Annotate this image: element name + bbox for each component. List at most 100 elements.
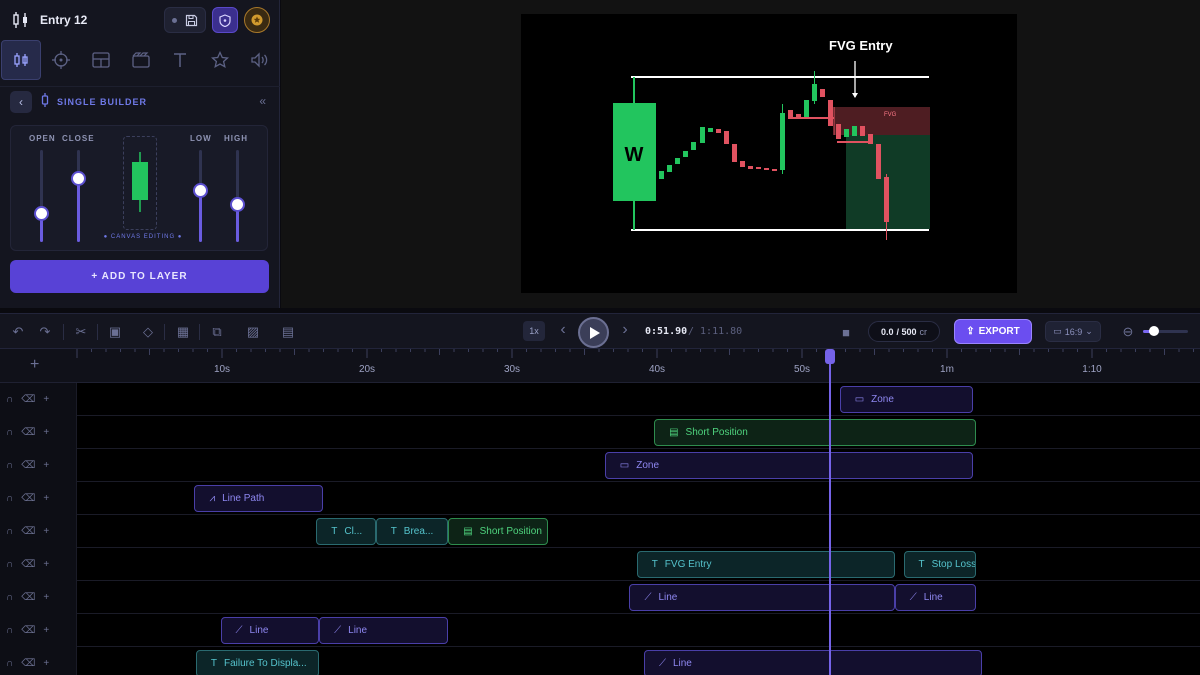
close-slider[interactable] [73,150,84,242]
timeline-clip[interactable]: ▭ Zone [604,452,974,479]
timeline-clip[interactable]: ⟋ Line [220,617,320,644]
timeline-clip[interactable]: ▤ Short Position [448,518,549,545]
back-button[interactable]: ‹ [10,90,32,113]
playhead-handle[interactable] [825,349,835,364]
zone-icon: ▭ [619,460,630,471]
open-slider[interactable] [36,150,47,242]
timeline-clip[interactable]: ⟋ Line [894,584,976,611]
timeline-clip[interactable]: ▭ Zone [839,386,974,413]
low-slider-handle[interactable] [195,184,206,196]
headphones-icon[interactable]: ∩ [6,592,13,603]
play-button[interactable] [578,317,609,348]
timeline-clip[interactable]: T Stop Loss [903,551,976,578]
fvg-entry-annotation: FVG Entry [829,38,893,53]
shield-button[interactable] [212,7,238,33]
timeline-clip[interactable]: T Cl... [316,518,376,545]
ruler-ticks [76,349,1194,358]
timeline-clip[interactable]: ⩘ Line Path [194,485,324,512]
premium-button[interactable] [244,7,270,33]
tab-candles[interactable] [1,40,41,80]
add-clip-icon[interactable]: + [43,526,49,537]
timeline-clip[interactable]: ⟋ Line [643,650,982,675]
grid-icon[interactable]: ▦ [175,324,191,340]
playhead[interactable] [829,352,831,675]
candle-canvas[interactable] [123,136,157,230]
headphones-icon[interactable]: ∩ [6,658,13,669]
keyframe-icon[interactable]: ◇ [140,324,156,340]
headphones-icon[interactable]: ∩ [6,394,13,405]
entry-title[interactable]: Entry 12 [40,13,87,27]
low-slider-fill [199,189,202,242]
add-clip-icon[interactable]: + [43,427,49,438]
timeline-clip[interactable]: ⟋ Line [319,617,449,644]
line-icon: ⟋ [235,625,243,636]
toolbar-divider [97,324,98,340]
trash-icon[interactable]: ⌫ [21,427,35,438]
ruler-label: 50s [793,364,811,375]
headphones-icon[interactable]: ∩ [6,526,13,537]
tab-layout[interactable] [81,40,121,80]
star-badge-icon [251,14,263,26]
add-clip-icon[interactable]: + [43,394,49,405]
add-clip-icon[interactable]: + [43,658,49,669]
high-slider[interactable] [232,150,243,242]
previous-icon[interactable]: ‹ [555,321,571,338]
tab-media[interactable] [121,40,161,80]
redo-icon[interactable]: ↷ [37,324,53,340]
tab-crosshair[interactable] [41,40,81,80]
headphones-icon[interactable]: ∩ [6,559,13,570]
timeline-clip[interactable]: ⟋ Line [629,584,895,611]
shapes-icon[interactable]: ⧉ [209,324,225,340]
timeline-track: ∩ ⌫ + ▭ Zone [0,449,1200,482]
close-slider-handle[interactable] [73,172,84,184]
open-slider-label: OPEN [29,134,56,143]
video-canvas[interactable]: W FVG [521,14,1017,293]
trash-icon[interactable]: ⌫ [21,658,35,669]
headphones-icon[interactable]: ∩ [6,427,13,438]
caption-icon[interactable]: ▤ [280,324,296,340]
headphones-icon[interactable]: ∩ [6,625,13,636]
headphones-icon[interactable]: ∩ [6,460,13,471]
tab-audio[interactable] [240,40,280,80]
high-slider-handle[interactable] [232,199,243,211]
export-button[interactable]: ⇪ EXPORT [954,319,1032,344]
low-slider[interactable] [195,150,206,242]
ruler-label: 20s [358,364,376,375]
trash-icon[interactable]: ⌫ [21,493,35,504]
add-clip-icon[interactable]: + [43,460,49,471]
trash-icon[interactable]: ⌫ [21,625,35,636]
trash-icon[interactable]: ⌫ [21,559,35,570]
open-slider-handle[interactable] [36,208,47,220]
timeline-clip[interactable]: T Brea... [375,518,449,545]
tab-favorites[interactable] [200,40,240,80]
scissors-icon[interactable]: ✂ [73,324,89,340]
tab-text[interactable] [160,40,200,80]
timeline-clip[interactable]: ▤ Short Position [654,419,976,446]
playback-speed-button[interactable]: 1x [523,321,545,341]
frame-icon[interactable]: ▣ [107,324,123,340]
add-to-layer-button[interactable]: + ADD TO LAYER [10,260,269,293]
add-clip-icon[interactable]: + [43,592,49,603]
save-button[interactable] [164,7,206,33]
collapse-panel-icon[interactable]: « [259,94,266,108]
zoom-slider-handle[interactable] [1149,326,1160,336]
timeline-clip[interactable]: T FVG Entry [636,551,895,578]
trash-icon[interactable]: ⌫ [21,394,35,405]
add-clip-icon[interactable]: + [43,493,49,504]
trash-icon[interactable]: ⌫ [21,592,35,603]
add-clip-icon[interactable]: + [43,625,49,636]
zoom-out-icon[interactable]: ⊖ [1120,324,1136,340]
timeline-ruler[interactable]: + 10s 20s 30s 40s 50s 1m 1:10 [0,349,1200,383]
upload-icon: ⇪ [966,326,975,337]
zoom-slider[interactable] [1143,326,1188,336]
undo-icon[interactable]: ↶ [10,324,26,340]
aspect-ratio-select[interactable]: ▭ 16:9 ⌄ [1045,321,1101,342]
add-clip-icon[interactable]: + [43,559,49,570]
trash-icon[interactable]: ⌫ [21,460,35,471]
next-icon[interactable]: › [617,321,633,338]
headphones-icon[interactable]: ∩ [6,493,13,504]
stop-icon[interactable]: ■ [838,324,854,340]
trash-icon[interactable]: ⌫ [21,526,35,537]
timeline-clip[interactable]: T Failure To Displa... [195,650,320,675]
image-icon[interactable]: ▨ [245,324,261,340]
